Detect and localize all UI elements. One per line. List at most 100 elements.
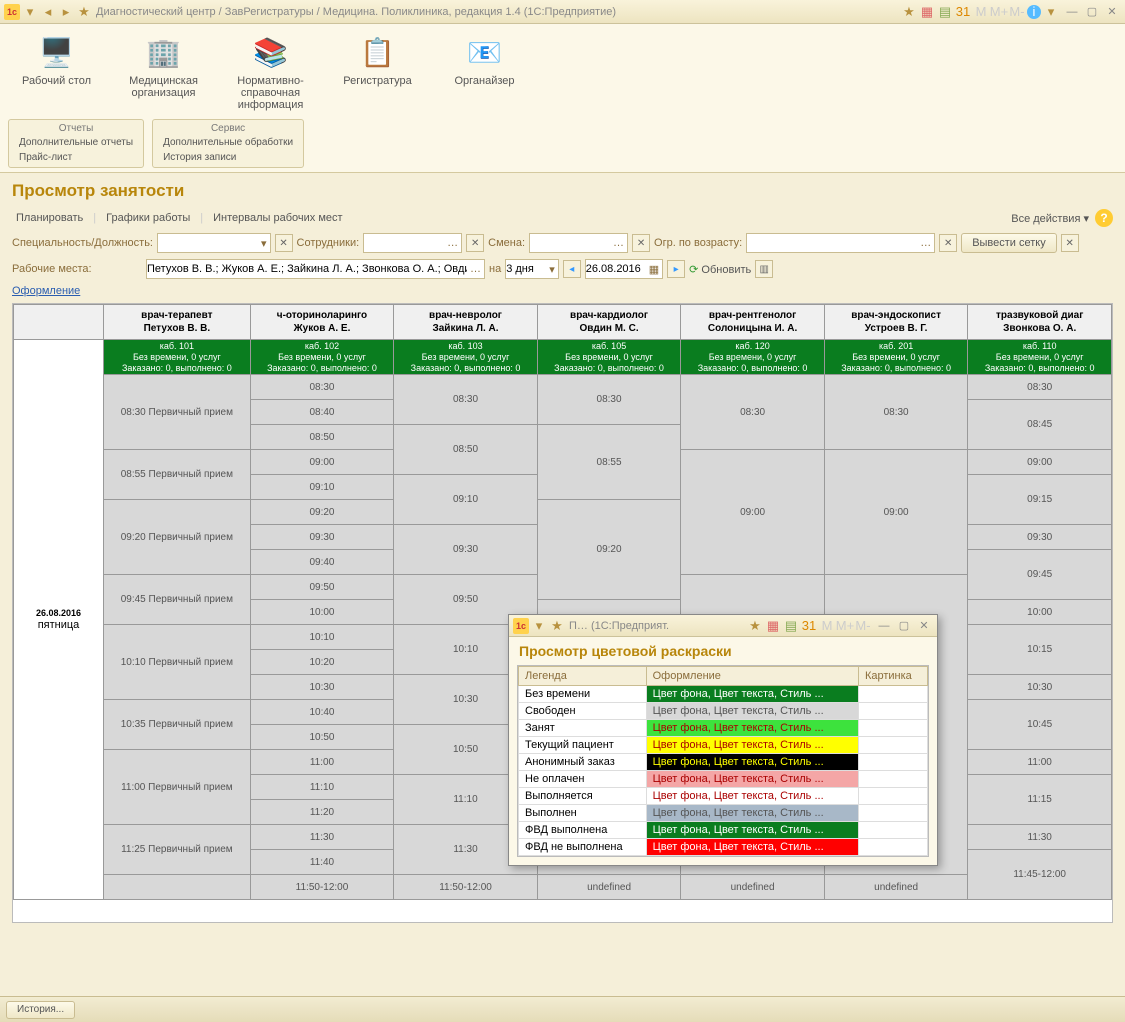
m-icon[interactable]: M	[973, 4, 989, 20]
close-icon[interactable]: ✕	[1103, 5, 1121, 19]
workplaces-input[interactable]	[147, 260, 467, 278]
slot-cell[interactable]: 10:45	[968, 700, 1112, 750]
ribbon-item[interactable]: 🏢Медицинская организация	[121, 32, 206, 111]
legend-row[interactable]: СвободенЦвет фона, Цвет текста, Стиль ..…	[519, 703, 928, 720]
slot-cell[interactable]: 09:00	[968, 450, 1112, 475]
slot-cell[interactable]: 09:30	[250, 525, 394, 550]
ribbon-item[interactable]: 🖥️Рабочий стол	[14, 32, 99, 111]
slot-cell[interactable]: 11:30	[968, 825, 1112, 850]
slot-cell[interactable]: undefined	[537, 875, 681, 900]
design-link[interactable]: Оформление	[12, 285, 80, 297]
slot-cell[interactable]: 09:20	[250, 500, 394, 525]
slot-cell[interactable]: 10:30	[250, 675, 394, 700]
slot-cell[interactable]: 11:20	[250, 800, 394, 825]
slot-cell[interactable]	[104, 875, 251, 900]
legend-table[interactable]: ЛегендаОформлениеКартинкаБез времениЦвет…	[517, 665, 929, 857]
slot-cell[interactable]: 10:10 Первичный прием	[104, 625, 251, 700]
refresh-button[interactable]: ⟳ Обновить	[689, 263, 751, 276]
clear-all-icon[interactable]: ✕	[1061, 234, 1079, 252]
slot-cell[interactable]: 09:40	[250, 550, 394, 575]
slot-cell[interactable]: 09:10	[394, 475, 538, 525]
ellipsis-icon[interactable]: …	[444, 237, 461, 249]
action-plan[interactable]: Планировать	[12, 210, 87, 226]
dropdown-icon[interactable]: ▾	[22, 4, 38, 20]
ellipsis-icon[interactable]: …	[917, 237, 934, 249]
slot-cell[interactable]: 08:55 Первичный прием	[104, 450, 251, 500]
period-input[interactable]	[506, 260, 546, 278]
forward-icon[interactable]: ▸	[58, 4, 74, 20]
action-schedules[interactable]: Графики работы	[102, 210, 194, 226]
slot-cell[interactable]: 11:45-12:00	[968, 850, 1112, 900]
back-icon[interactable]: ◂	[40, 4, 56, 20]
settings-icon[interactable]: ▥	[755, 260, 773, 278]
slot-cell[interactable]: 09:45	[968, 550, 1112, 600]
legend-row[interactable]: ФВД выполненаЦвет фона, Цвет текста, Сти…	[519, 822, 928, 839]
slot-cell[interactable]: 11:40	[250, 850, 394, 875]
grid-icon[interactable]: ▦	[765, 618, 781, 634]
history-button[interactable]: История...	[6, 1001, 75, 1019]
output-grid-button[interactable]: Вывести сетку	[961, 233, 1057, 253]
ellipsis-icon[interactable]: …	[610, 237, 627, 249]
employees-input[interactable]	[364, 234, 444, 252]
slot-cell[interactable]: 10:35 Первичный прием	[104, 700, 251, 750]
star-icon[interactable]: ★	[76, 4, 92, 20]
slot-cell[interactable]: 09:00	[681, 450, 825, 575]
slot-cell[interactable]: 09:50	[250, 575, 394, 600]
slot-cell[interactable]: 08:30	[824, 375, 968, 450]
legend-row[interactable]: Без времениЦвет фона, Цвет текста, Стиль…	[519, 686, 928, 703]
slot-cell[interactable]: 08:30	[537, 375, 681, 425]
close-icon[interactable]: ✕	[915, 619, 933, 633]
legend-row[interactable]: Не оплаченЦвет фона, Цвет текста, Стиль …	[519, 771, 928, 788]
specialty-input[interactable]	[158, 234, 258, 252]
mminus-icon[interactable]: M-	[855, 618, 871, 634]
slot-cell[interactable]: 09:00	[250, 450, 394, 475]
slot-cell[interactable]: 08:45	[968, 400, 1112, 450]
fav-icon[interactable]: ★	[747, 618, 763, 634]
slot-cell[interactable]: 11:30	[250, 825, 394, 850]
ribbon-subitem[interactable]: Дополнительные отчеты	[11, 135, 141, 150]
m-icon[interactable]: M	[819, 618, 835, 634]
slot-cell[interactable]: 10:10	[250, 625, 394, 650]
star-icon[interactable]: ★	[549, 618, 565, 634]
ellipsis-icon[interactable]: …	[467, 263, 484, 275]
mplus-icon[interactable]: M+	[837, 618, 853, 634]
age-input[interactable]	[747, 234, 917, 252]
ribbon-subitem[interactable]: История записи	[155, 150, 301, 165]
slot-cell[interactable]: 11:10	[250, 775, 394, 800]
maximize-icon[interactable]: ▢	[895, 619, 913, 633]
help-icon[interactable]: ?	[1095, 209, 1113, 227]
calendar-icon[interactable]: ▦	[646, 263, 662, 276]
legend-row[interactable]: Анонимный заказЦвет фона, Цвет текста, С…	[519, 754, 928, 771]
slot-cell[interactable]: 09:00	[824, 450, 968, 575]
slot-cell[interactable]: 08:30	[250, 375, 394, 400]
ribbon-item[interactable]: 📧Органайзер	[442, 32, 527, 111]
legend-row[interactable]: ЗанятЦвет фона, Цвет текста, Стиль ...	[519, 720, 928, 737]
cal-icon[interactable]: 31	[801, 618, 817, 634]
shift-input[interactable]	[530, 234, 610, 252]
prev-icon[interactable]: ◂	[563, 260, 581, 278]
slot-cell[interactable]: 10:00	[250, 600, 394, 625]
slot-cell[interactable]: 09:30	[968, 525, 1112, 550]
calc-icon[interactable]: ▤	[937, 4, 953, 20]
legend-row[interactable]: ВыполняетсяЦвет фона, Цвет текста, Стиль…	[519, 788, 928, 805]
clear-icon[interactable]: ✕	[466, 234, 484, 252]
cal-icon[interactable]: 31	[955, 4, 971, 20]
slot-cell[interactable]: 10:40	[250, 700, 394, 725]
slot-cell[interactable]: 10:30	[968, 675, 1112, 700]
info-dropdown-icon[interactable]: ▾	[1043, 4, 1059, 20]
clear-icon[interactable]: ✕	[939, 234, 957, 252]
next-icon[interactable]: ▸	[667, 260, 685, 278]
slot-cell[interactable]: 10:15	[968, 625, 1112, 675]
dropdown-icon[interactable]: ▾	[258, 237, 270, 250]
dropdown-icon[interactable]: ▾	[546, 263, 558, 276]
slot-cell[interactable]: 11:50-12:00	[250, 875, 394, 900]
minimize-icon[interactable]: —	[875, 619, 893, 633]
ribbon-item[interactable]: 📋Регистратура	[335, 32, 420, 111]
grid-icon[interactable]: ▦	[919, 4, 935, 20]
slot-cell[interactable]: 08:30	[681, 375, 825, 450]
slot-cell[interactable]: 11:25 Первичный прием	[104, 825, 251, 875]
clear-icon[interactable]: ✕	[632, 234, 650, 252]
fav-icon[interactable]: ★	[901, 4, 917, 20]
clear-icon[interactable]: ✕	[275, 234, 293, 252]
slot-cell[interactable]: 09:15	[968, 475, 1112, 525]
